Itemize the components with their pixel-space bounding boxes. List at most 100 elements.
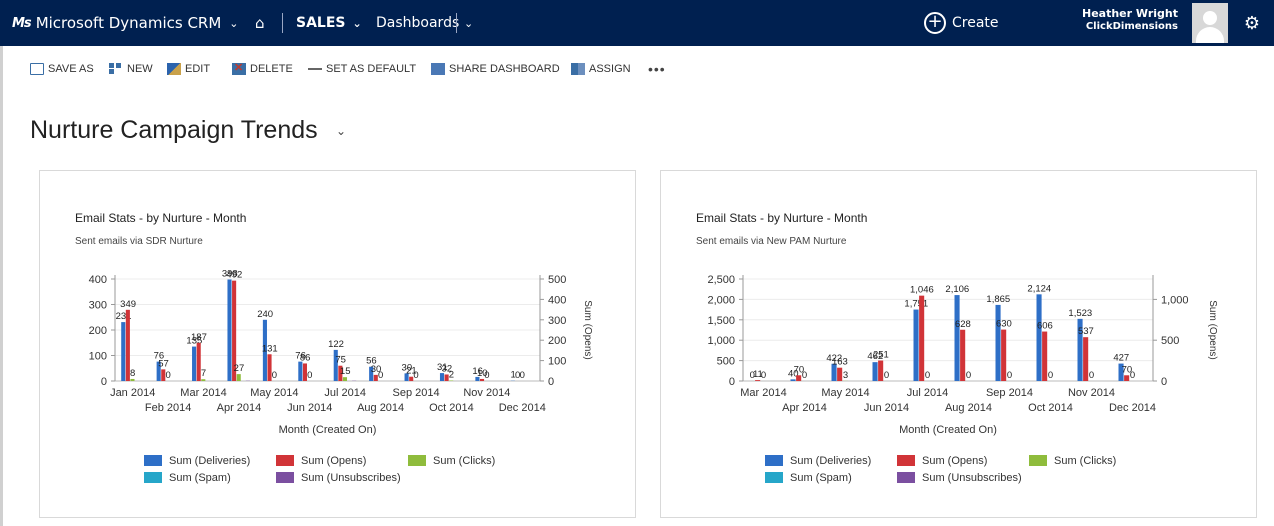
legend-label: Sum (Deliveries) <box>790 455 871 467</box>
edit-icon <box>167 63 181 75</box>
x-tick-label: Oct 2014 <box>1028 402 1073 414</box>
user-info[interactable]: Heather Wright ClickDimensions <box>1082 7 1178 33</box>
set-default-button[interactable]: SET AS DEFAULT <box>308 63 416 75</box>
share-label: SHARE DASHBOARD <box>449 63 560 75</box>
data-label: 122 <box>328 339 344 350</box>
x-tick-label: Nov 2014 <box>1068 387 1115 399</box>
data-label: 0 <box>165 370 170 381</box>
x-tick-label: Mar 2014 <box>740 387 786 399</box>
y2-tick-label: 200 <box>548 335 566 347</box>
legend-label: Sum (Clicks) <box>433 455 495 467</box>
data-label: 1,751 <box>904 299 928 310</box>
bar-sum-deliveries <box>227 279 232 381</box>
new-button[interactable]: NEW <box>109 63 153 75</box>
data-label: 163 <box>832 357 848 368</box>
bar-sum-opens <box>755 380 761 381</box>
data-label: 0 <box>484 370 489 381</box>
x-tick-label: Jul 2014 <box>907 387 949 399</box>
data-label: 630 <box>996 319 1012 330</box>
gear-icon[interactable]: ⚙ <box>1230 0 1274 46</box>
app-name: Microsoft Dynamics CRM <box>35 14 222 32</box>
x-tick-label: Apr 2014 <box>217 402 262 414</box>
y-tick-label: 500 <box>717 356 735 368</box>
save-as-icon <box>30 63 44 75</box>
section-menu[interactable]: Dashboards <box>376 0 459 46</box>
new-icon <box>109 63 123 75</box>
legend-label: Sum (Unsubscribes) <box>301 472 401 484</box>
chevron-down-icon[interactable]: ⌄ <box>464 0 473 46</box>
y-tick-label: 1,000 <box>707 335 735 347</box>
save-as-button[interactable]: SAVE AS <box>30 63 94 75</box>
data-label: 0 <box>1130 370 1135 381</box>
create-button[interactable]: + Create <box>924 0 999 46</box>
assign-icon <box>571 63 585 75</box>
data-label: 628 <box>955 319 971 330</box>
chart-panel-pam: Email Stats - by Nurture - Month Sent em… <box>660 170 1257 518</box>
x-tick-label: Sep 2014 <box>392 387 439 399</box>
y-tick-label: 200 <box>89 325 107 337</box>
share-icon <box>431 63 445 75</box>
legend-swatch <box>408 455 426 466</box>
bar-sum-clicks <box>236 374 241 381</box>
x-tick-label: May 2014 <box>821 387 869 399</box>
y2-tick-label: 500 <box>548 274 566 286</box>
x-tick-label: Jun 2014 <box>864 402 909 414</box>
delete-button[interactable]: DELETE <box>232 61 293 75</box>
dynamics-logo-icon: Ms <box>12 15 32 31</box>
create-label: Create <box>952 15 999 31</box>
user-org: ClickDimensions <box>1085 21 1178 32</box>
page-title[interactable]: Nurture Campaign Trends <box>30 116 318 145</box>
chevron-down-icon: ⌄ <box>352 16 362 30</box>
data-label: 131 <box>262 343 278 354</box>
y2-tick-label: 0 <box>1161 376 1167 388</box>
chevron-down-icon[interactable]: ⌄ <box>336 124 346 138</box>
x-tick-label: Nov 2014 <box>463 387 510 399</box>
nav-divider <box>456 13 457 33</box>
share-dashboard-button[interactable]: SHARE DASHBOARD <box>431 63 560 75</box>
app-brand[interactable]: Ms Microsoft Dynamics CRM ⌄ <box>12 0 239 46</box>
legend-swatch <box>276 472 294 483</box>
y-tick-label: 400 <box>89 274 107 286</box>
area-label: SALES <box>296 15 346 31</box>
x-tick-label: Sep 2014 <box>986 387 1033 399</box>
x-tick-label: Mar 2014 <box>180 387 226 399</box>
bar-sum-opens <box>1083 337 1089 381</box>
assign-button[interactable]: ASSIGN <box>571 63 631 75</box>
edit-button[interactable]: EDIT <box>167 63 210 75</box>
bar-sum-clicks <box>130 378 135 381</box>
avatar[interactable] <box>1192 3 1228 43</box>
data-label: 0 <box>272 370 277 381</box>
x-tick-label: Jan 2014 <box>110 387 155 399</box>
user-name: Heather Wright <box>1082 7 1178 20</box>
area-menu[interactable]: SALES ⌄ <box>296 0 362 46</box>
y2-tick-label: 100 <box>548 356 566 368</box>
data-label: 0 <box>884 370 889 381</box>
bar-sum-opens <box>919 295 925 381</box>
x-axis-label: Month (Created On) <box>899 424 997 436</box>
chart-sdr-svg[interactable]: 01002003004000100200300400500Sum (Opens)… <box>40 171 637 519</box>
bar-sum-deliveries <box>298 361 303 381</box>
data-label: 606 <box>1037 321 1053 332</box>
legend-label: Sum (Clicks) <box>1054 455 1116 467</box>
more-commands-button[interactable]: ••• <box>648 61 666 77</box>
top-nav-bar: Ms Microsoft Dynamics CRM ⌄ ⌂ SALES ⌄ Da… <box>0 0 1274 46</box>
nav-divider <box>282 13 283 33</box>
y-tick-label: 100 <box>89 351 107 363</box>
data-label: 349 <box>120 299 136 310</box>
y2-axis-label: Sum (Opens) <box>1207 300 1218 359</box>
data-label: 7 <box>201 368 206 379</box>
bar-sum-deliveries <box>121 322 126 381</box>
data-label: 1,523 <box>1068 308 1092 319</box>
plus-circle-icon: + <box>924 12 946 34</box>
home-icon[interactable]: ⌂ <box>255 0 265 46</box>
y2-tick-label: 1,000 <box>1161 294 1189 306</box>
chart-pam-svg[interactable]: 0 500 1,000 1,500 2,000 2,500 0 500 1,000 Sum (Op… <box>661 171 1258 519</box>
data-label: 0 <box>761 370 766 381</box>
bar-sum-opens <box>878 360 884 381</box>
legend-label: Sum (Opens) <box>301 455 366 467</box>
y-tick-label: 0 <box>101 376 107 388</box>
legend-swatch <box>765 455 783 466</box>
y2-tick-label: 300 <box>548 315 566 327</box>
x-tick-label: Dec 2014 <box>499 402 546 414</box>
avatar-head <box>1203 11 1217 25</box>
